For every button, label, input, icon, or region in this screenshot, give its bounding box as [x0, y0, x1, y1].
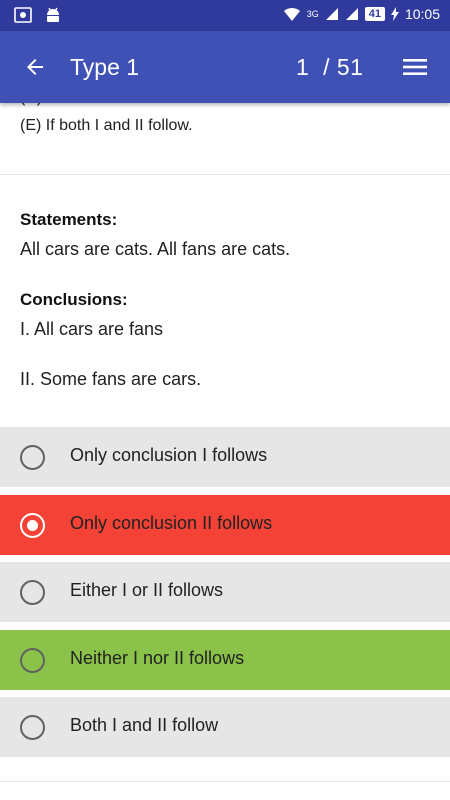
charging-icon [390, 7, 399, 21]
battery-level: 41 [364, 7, 385, 21]
option-label: Only conclusion II follows [70, 513, 273, 533]
network-type: 3G [306, 9, 319, 19]
radio-button-icon[interactable] [20, 580, 45, 605]
hamburger-menu-icon [403, 59, 427, 75]
conclusion-one: I. All cars are fans [20, 319, 164, 339]
option-4[interactable]: Neither I nor II follows [0, 630, 450, 690]
radio-button-selected-icon[interactable] [20, 513, 45, 538]
back-arrow-icon [27, 59, 43, 75]
page-title: Type 1 [70, 54, 140, 80]
signal-icon [325, 8, 338, 20]
conclusions-label: Conclusions: [20, 290, 128, 309]
status-bar-right: 3G 41 10:05 [283, 6, 440, 22]
option-label: Both I and II follow [70, 715, 219, 735]
status-bar-left [14, 7, 62, 23]
statements-text: All cars are cats. All fans are cats. [20, 239, 291, 259]
back-button[interactable] [18, 51, 52, 83]
statements-label: Statements: [20, 210, 118, 229]
option-1[interactable]: Only conclusion I follows [0, 427, 450, 487]
conclusion-two: II. Some fans are cars. [20, 369, 202, 389]
divider [0, 174, 450, 175]
status-bar: 3G 41 10:05 [0, 0, 450, 31]
option-3[interactable]: Either I or II follows [0, 562, 450, 622]
radio-button-icon[interactable] [20, 445, 45, 470]
radio-dot [27, 520, 38, 531]
android-icon [47, 7, 59, 22]
bottom-divider [0, 781, 450, 782]
question-counter: 1 / 51 [296, 54, 364, 80]
menu-button[interactable] [398, 51, 432, 83]
option-5[interactable]: Both I and II follow [0, 697, 450, 757]
option-label: Neither I nor II follows [70, 648, 245, 668]
option-label: Either I or II follows [70, 580, 224, 600]
radio-button-icon[interactable] [20, 715, 45, 740]
previous-option-e: (E) If both I and II follow. [20, 117, 193, 134]
radio-button-icon[interactable] [20, 648, 45, 673]
app-bar: Type 1 1 / 51 [0, 31, 450, 103]
option-label: Only conclusion I follows [70, 445, 268, 465]
wifi-icon [283, 7, 300, 21]
clock: 10:05 [404, 6, 440, 22]
option-2[interactable]: Only conclusion II follows [0, 495, 450, 555]
screenshot-icon [14, 7, 32, 23]
signal-icon-2 [345, 8, 358, 20]
